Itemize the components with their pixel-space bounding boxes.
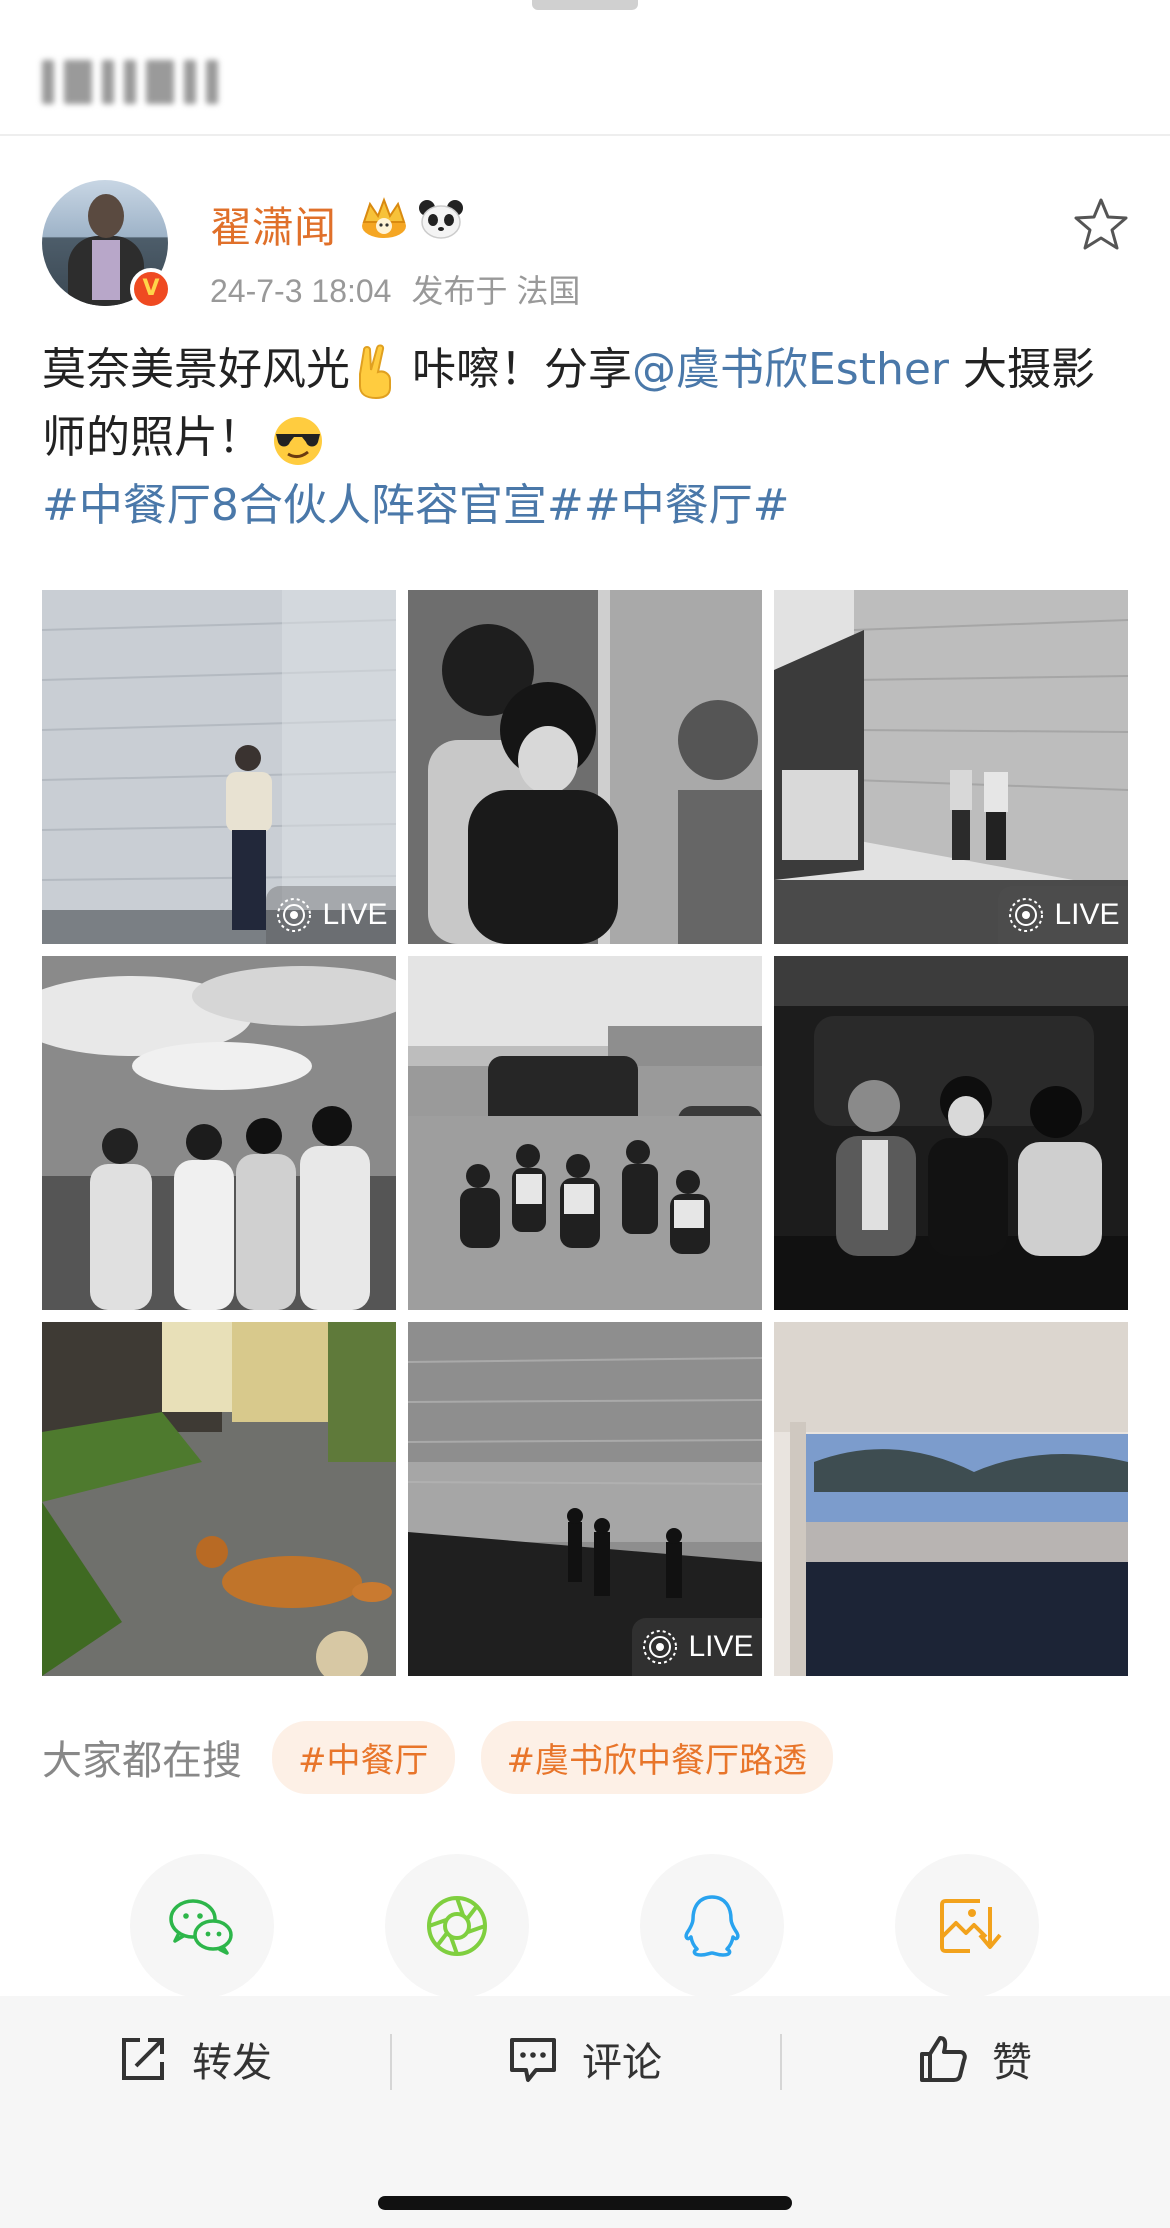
live-icon [277, 898, 312, 932]
photo-sea-shore[interactable]: LIVE [408, 1322, 762, 1676]
live-icon [643, 1630, 678, 1664]
repost-button[interactable]: 转发 [116, 2026, 272, 2092]
hot-search-tag[interactable]: #中餐厅 [272, 1720, 455, 1794]
comment-icon [510, 2038, 556, 2082]
photo-man-at-wall[interactable]: LIVE [42, 590, 396, 944]
share-wechat-button[interactable] [130, 1854, 274, 1998]
post-time: 24-7-3 18:04 [210, 273, 392, 309]
mention-link[interactable]: @虞书欣Esther [632, 344, 949, 395]
save-image-icon [940, 1899, 1002, 1953]
comment-button[interactable]: 评论 [506, 2026, 662, 2092]
moments-icon [427, 1896, 487, 1956]
live-photo-badge: LIVE [266, 886, 396, 944]
favorite-star-icon[interactable] [1072, 196, 1130, 252]
like-button[interactable]: 赞 [916, 2026, 1032, 2092]
post-text: 莫奈美景好风光 咔嚓！分享@虞书欣Esther 大摄影师的照片！ #中餐厅8合伙… [42, 344, 1096, 531]
hashtag-links[interactable]: #中餐厅8合伙人阵容官宣##中餐厅# [42, 480, 789, 531]
photo-three-in-trunk[interactable] [774, 956, 1128, 1310]
save-image-button[interactable] [895, 1854, 1039, 1998]
verified-badge-icon: V [130, 268, 172, 310]
wechat-icon [169, 1899, 233, 1955]
blurred-title [42, 58, 218, 106]
repost-icon [122, 2038, 164, 2080]
photo-group-by-van[interactable] [408, 956, 762, 1310]
author-name[interactable]: 翟潇闻 [210, 194, 336, 255]
hot-search-label: 大家都在搜 [42, 1738, 242, 1784]
crown-badge-icon[interactable] [358, 196, 410, 240]
live-photo-badge: LIVE [998, 886, 1128, 944]
photo-two-men-bw[interactable] [408, 590, 762, 944]
live-photo-badge: LIVE [632, 1618, 762, 1676]
photo-two-men-store[interactable]: LIVE [774, 590, 1128, 944]
divider [780, 2034, 782, 2090]
photo-grid: LIVE LIVE LIVE [42, 590, 1128, 1676]
top-bar [0, 0, 1170, 136]
home-indicator[interactable] [378, 2196, 792, 2210]
photo-dog-on-path[interactable] [42, 1322, 396, 1676]
divider [390, 2034, 392, 2090]
hot-search-tag[interactable]: #虞书欣中餐厅路透 [480, 1720, 833, 1794]
post-meta: 24-7-3 18:04 发布于 法国 [210, 266, 580, 312]
victory-hand-emoji-icon [359, 344, 391, 400]
share-qq-button[interactable] [640, 1854, 784, 1998]
share-row [0, 1854, 1170, 2000]
photo-window-trees[interactable] [774, 1322, 1128, 1676]
live-icon [1009, 898, 1044, 932]
photo-four-men-clouds[interactable] [42, 956, 396, 1310]
post-location: 发布于 法国 [411, 273, 581, 309]
qq-icon [684, 1895, 740, 1957]
hot-search: 大家都在搜 #中餐厅 #虞书欣中餐厅路透 [42, 1720, 859, 1794]
thumbs-up-icon [920, 2036, 967, 2082]
share-moments-button[interactable] [385, 1854, 529, 1998]
sunglasses-emoji-icon [274, 417, 322, 465]
action-bar: 转发 评论 赞 [0, 1996, 1170, 2228]
panda-badge-icon[interactable] [418, 198, 464, 240]
